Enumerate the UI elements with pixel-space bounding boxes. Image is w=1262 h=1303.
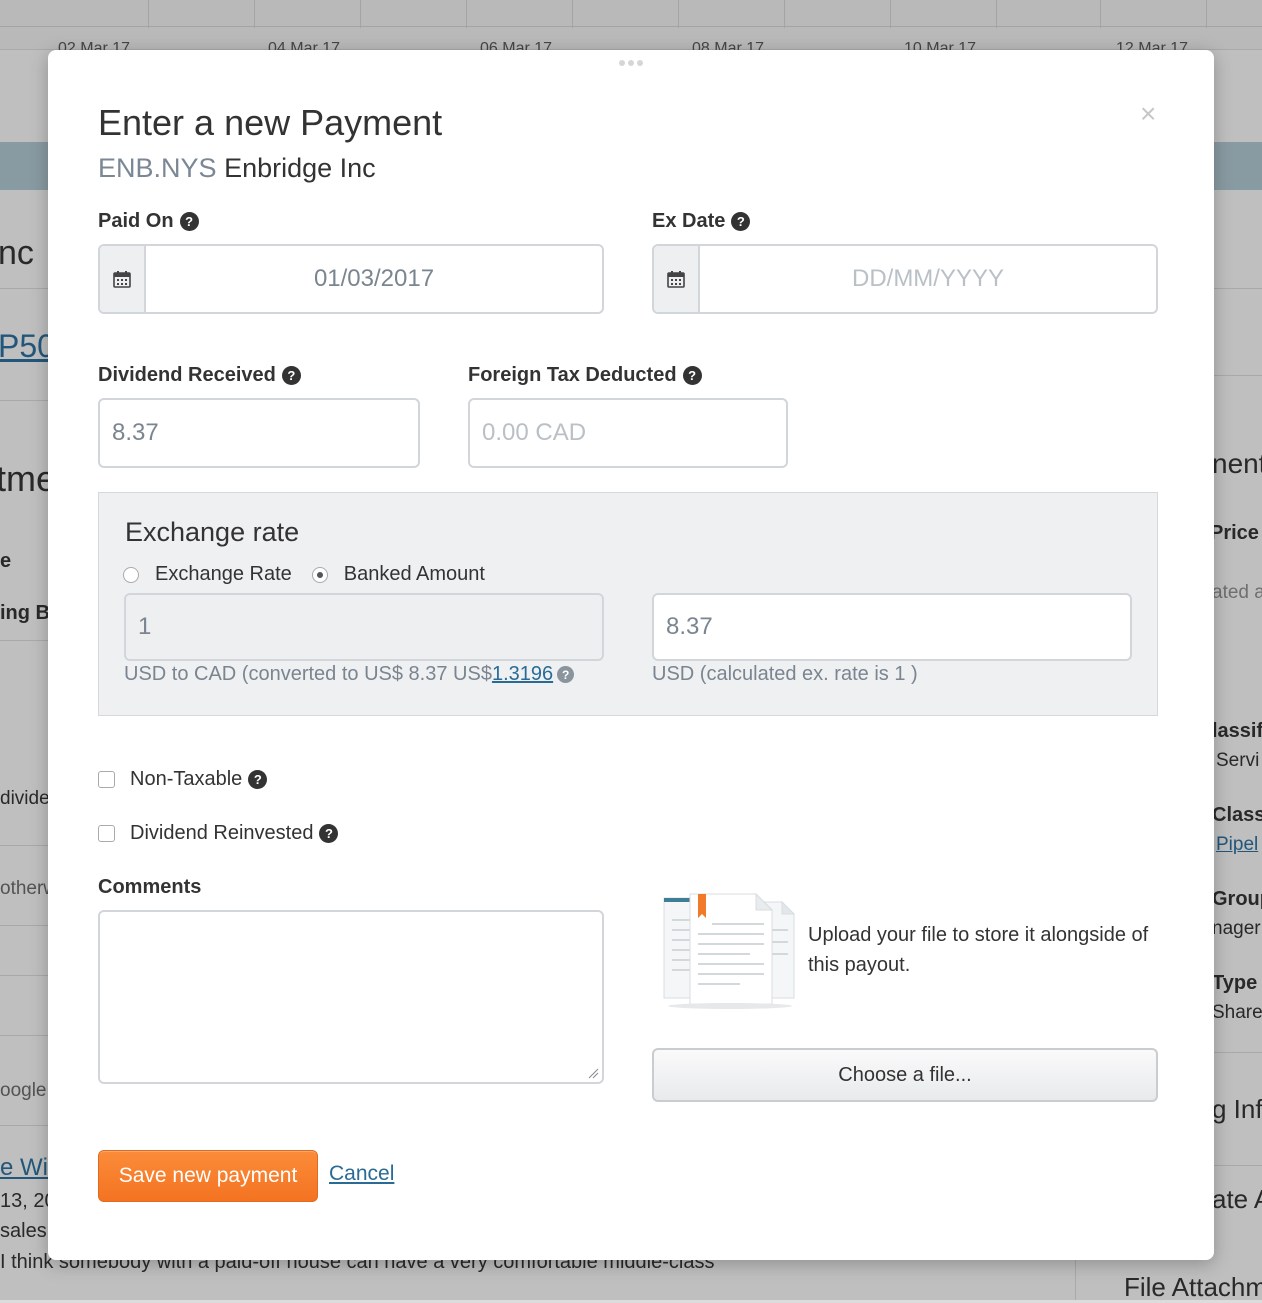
resize-handle-icon[interactable] bbox=[587, 1067, 599, 1079]
banked-amount-help: USD (calculated ex. rate is 1 ) bbox=[652, 663, 918, 685]
upload-description: Upload your file to store it alongside o… bbox=[808, 924, 1149, 976]
banked-amount-input[interactable]: 8.37 bbox=[652, 593, 1132, 661]
help-icon[interactable]: ? bbox=[319, 824, 339, 843]
save-payment-button[interactable]: Save new payment bbox=[98, 1150, 318, 1202]
dividend-received-input[interactable]: 8.37 bbox=[98, 398, 420, 468]
paid-on-date-field[interactable]: 01/03/2017 bbox=[98, 244, 604, 314]
exchange-rate-help: USD to CAD (converted to US$ 8.37 US$1.3… bbox=[124, 663, 575, 686]
choose-file-button[interactable]: Choose a file... bbox=[652, 1048, 1158, 1102]
help-icon[interactable]: ? bbox=[281, 366, 301, 385]
ticker-symbol: ENB.NYS bbox=[98, 153, 217, 183]
dividend-reinvested-label[interactable]: Dividend Reinvested bbox=[130, 822, 313, 845]
foreign-tax-label: Foreign Tax Deducted ? bbox=[468, 364, 702, 387]
documents-icon bbox=[663, 892, 796, 1009]
exchange-rate-radio-label[interactable]: Exchange Rate bbox=[155, 563, 292, 586]
cancel-link[interactable]: Cancel bbox=[329, 1162, 394, 1186]
comments-textarea[interactable] bbox=[98, 910, 604, 1084]
non-taxable-label[interactable]: Non-Taxable bbox=[130, 768, 242, 791]
ex-date-field[interactable]: DD/MM/YYYY bbox=[652, 244, 1158, 314]
help-icon[interactable]: ? bbox=[731, 212, 751, 231]
non-taxable-row: Non-Taxable ? bbox=[98, 768, 268, 791]
drag-handle[interactable] bbox=[619, 60, 643, 66]
modal-title: Enter a new Payment bbox=[98, 102, 443, 143]
close-icon[interactable]: × bbox=[1140, 100, 1156, 128]
help-icon[interactable]: ? bbox=[248, 770, 268, 789]
calendar-icon[interactable] bbox=[654, 246, 700, 312]
banked-amount-radio[interactable] bbox=[311, 566, 328, 583]
paid-on-label: Paid On ? bbox=[98, 210, 199, 233]
help-icon[interactable]: ? bbox=[557, 666, 575, 683]
new-payment-modal: × Enter a new Payment ENB.NYS Enbridge I… bbox=[48, 50, 1214, 1260]
exchange-rate-radio[interactable] bbox=[123, 566, 139, 583]
comments-label: Comments bbox=[98, 876, 202, 898]
ex-date-input[interactable]: DD/MM/YYYY bbox=[700, 246, 1156, 312]
banked-amount-radio-label[interactable]: Banked Amount bbox=[344, 563, 485, 586]
company-name: Enbridge Inc bbox=[224, 153, 376, 183]
dividend-reinvested-row: Dividend Reinvested ? bbox=[98, 822, 339, 845]
help-icon[interactable]: ? bbox=[682, 366, 702, 385]
exchange-mode-options: Exchange Rate Banked Amount bbox=[123, 563, 485, 586]
help-icon[interactable]: ? bbox=[179, 212, 199, 231]
exchange-rate-title: Exchange rate bbox=[125, 517, 300, 547]
calendar-icon[interactable] bbox=[100, 246, 146, 312]
ex-date-label: Ex Date ? bbox=[652, 210, 751, 233]
exchange-rate-input[interactable]: 1 bbox=[124, 593, 604, 661]
exchange-rate-panel: Exchange rate Exchange Rate Banked Amoun… bbox=[98, 492, 1158, 716]
dividend-received-label: Dividend Received ? bbox=[98, 364, 301, 387]
security-subtitle: ENB.NYS Enbridge Inc bbox=[98, 153, 376, 184]
foreign-tax-input[interactable]: 0.00 CAD bbox=[468, 398, 788, 468]
exchange-rate-link[interactable]: 1.3196 bbox=[492, 663, 553, 685]
non-taxable-checkbox[interactable] bbox=[98, 771, 115, 788]
dividend-reinvested-checkbox[interactable] bbox=[98, 825, 115, 842]
paid-on-input[interactable]: 01/03/2017 bbox=[146, 246, 602, 312]
